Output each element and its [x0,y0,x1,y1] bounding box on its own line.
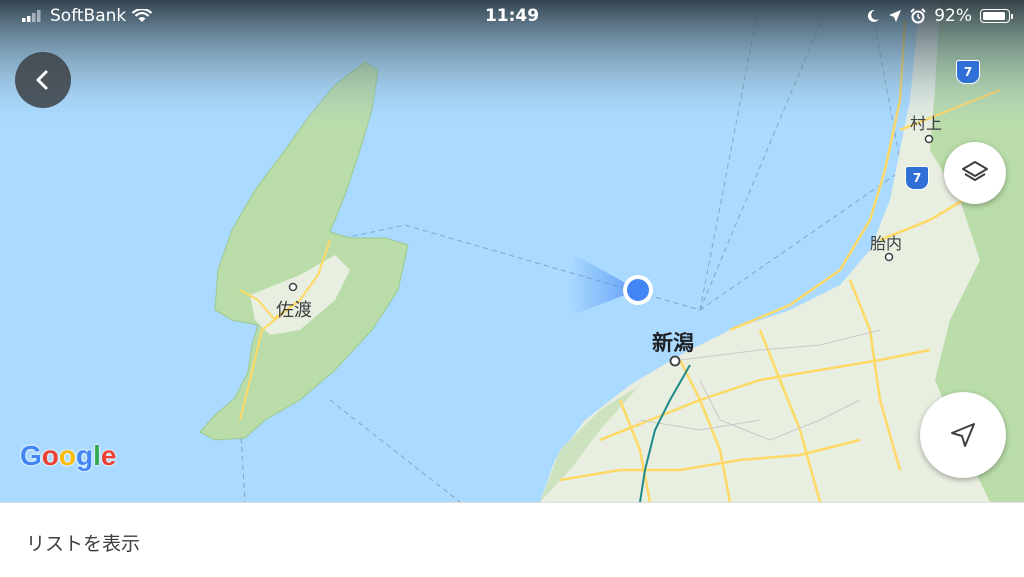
status-bar: SoftBank 11:49 92% [0,0,1024,34]
layers-icon [962,161,988,181]
navigation-arrow-icon [951,423,975,447]
layers-button[interactable] [944,142,1006,204]
map-view[interactable]: 佐渡 新潟 村上 胎内 7 7 Google [0,0,1024,502]
my-location-button[interactable] [920,392,1006,478]
battery-percent: 92% [934,6,972,26]
sado-marker [288,282,298,292]
battery-icon [980,9,1013,23]
place-label-murakami[interactable]: 村上 [910,110,942,134]
murakami-marker [924,134,934,144]
route-shield-7-south: 7 [905,166,929,190]
tainai-marker [884,252,894,262]
location-arrow-icon [889,10,902,22]
place-label-sado[interactable]: 佐渡 [276,296,312,322]
place-label-niigata[interactable]: 新潟 [652,327,694,357]
bottom-sheet[interactable]: リストを表示 [0,502,1024,577]
show-list-label[interactable]: リストを表示 [26,529,140,556]
route-shield-7: 7 [956,60,980,84]
location-dot [627,279,649,301]
alarm-icon [910,8,926,24]
niigata-marker [669,355,681,367]
google-logo: Google [20,440,117,471]
chevron-left-icon [36,70,48,90]
moon-icon [868,9,880,22]
place-label-tainai[interactable]: 胎内 [870,230,902,254]
back-button[interactable] [15,52,71,108]
